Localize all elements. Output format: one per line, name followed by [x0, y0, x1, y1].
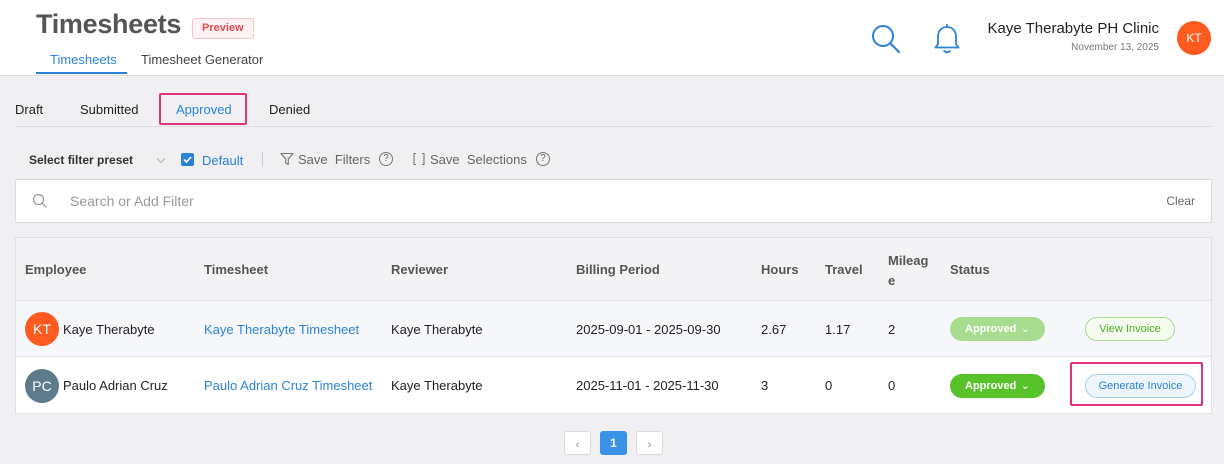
column-header: Timesheet	[204, 262, 269, 277]
status-label: Approved	[965, 380, 1017, 392]
chevron-down-icon[interactable]	[155, 153, 167, 165]
column-header: Employee	[25, 262, 87, 277]
default-preset-label[interactable]: Default	[202, 153, 243, 168]
timesheet-link[interactable]: Paulo Adrian Cruz Timesheet	[204, 378, 372, 393]
page-1-button[interactable]: 1	[600, 431, 627, 455]
column-header: Travel	[825, 262, 863, 277]
reviewer-name: Kaye Therabyte	[391, 322, 483, 337]
user-name: Kaye Therabyte PH Clinic	[987, 20, 1159, 37]
column-header: Mileag e	[888, 253, 929, 288]
status-dropdown[interactable]: Approved ⌄	[950, 374, 1045, 398]
billing-period: 2025-09-01 - 2025-09-30	[576, 322, 721, 337]
filter-icon[interactable]	[280, 152, 294, 166]
employee-name: Kaye Therabyte	[63, 322, 155, 337]
save-filters-button[interactable]: Save Filters	[298, 152, 370, 167]
default-checkbox[interactable]	[181, 153, 194, 166]
user-avatar[interactable]: KT	[1177, 21, 1211, 55]
preview-badge: Preview	[192, 18, 254, 39]
divider	[15, 126, 1212, 127]
tab-draft[interactable]: Draft	[15, 102, 43, 117]
filter-preset-label[interactable]: Select filter preset	[29, 153, 133, 167]
table-row: PC Paulo Adrian Cruz Paulo Adrian Cruz T…	[16, 358, 1211, 414]
mileage-value: 2	[888, 322, 896, 337]
table-header: Employee Timesheet Reviewer Billing Peri…	[16, 238, 1211, 301]
top-bar: Timesheets Preview Timesheets Timesheet …	[0, 0, 1224, 76]
tab-submitted[interactable]: Submitted	[80, 102, 139, 117]
status-label: Approved	[965, 323, 1017, 335]
active-tab-underline	[36, 72, 127, 74]
search-icon	[32, 193, 48, 209]
mileage-value: 0	[888, 378, 896, 393]
employee-name: Paulo Adrian Cruz	[63, 378, 168, 393]
status-dropdown[interactable]: Approved ⌄	[950, 317, 1045, 341]
column-header: Reviewer	[391, 262, 449, 277]
search-bar: Clear	[15, 179, 1212, 223]
hours-value: 3	[761, 378, 769, 393]
previous-page-button[interactable]: ‹	[564, 431, 591, 455]
tab-timesheets[interactable]: Timesheets	[50, 52, 117, 67]
timesheet-link[interactable]: Kaye Therabyte Timesheet	[204, 322, 359, 337]
bell-icon[interactable]	[931, 22, 963, 56]
current-date: November 13, 2025	[1071, 42, 1159, 53]
next-page-button[interactable]: ›	[636, 431, 663, 455]
tab-timesheet-generator[interactable]: Timesheet Generator	[141, 52, 263, 67]
highlight-approved-tab	[159, 93, 247, 125]
column-header: Status	[950, 262, 990, 277]
selection-icon[interactable]	[412, 152, 426, 166]
avatar: PC	[25, 369, 59, 403]
column-header: Billing Period	[576, 262, 660, 277]
help-icon[interactable]: ?	[536, 152, 550, 166]
page-title: Timesheets	[36, 9, 182, 39]
save-selections-button[interactable]: Save Selections	[430, 152, 527, 167]
table-row: KT Kaye Therabyte Kaye Therabyte Timeshe…	[16, 301, 1211, 357]
help-icon[interactable]: ?	[379, 152, 393, 166]
view-invoice-button[interactable]: View Invoice	[1085, 317, 1175, 341]
reviewer-name: Kaye Therabyte	[391, 378, 483, 393]
travel-value: 1.17	[825, 322, 851, 337]
avatar: KT	[25, 312, 59, 346]
search-input[interactable]	[70, 190, 1070, 212]
tab-denied[interactable]: Denied	[269, 102, 310, 117]
travel-value: 0	[825, 378, 833, 393]
chevron-down-icon: ⌄	[1020, 323, 1030, 335]
timesheets-table: Employee Timesheet Reviewer Billing Peri…	[15, 237, 1212, 414]
billing-period: 2025-11-01 - 2025-11-30	[576, 378, 719, 393]
chevron-down-icon: ⌄	[1020, 380, 1030, 392]
search-icon[interactable]	[869, 22, 903, 56]
divider	[262, 152, 263, 167]
highlight-generate-invoice	[1070, 362, 1203, 406]
column-header: Hours	[761, 262, 799, 277]
hours-value: 2.67	[761, 322, 787, 337]
clear-button[interactable]: Clear	[1166, 194, 1195, 208]
